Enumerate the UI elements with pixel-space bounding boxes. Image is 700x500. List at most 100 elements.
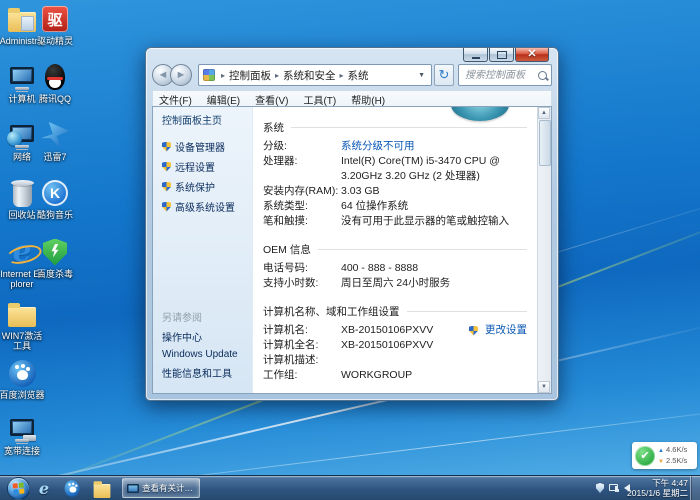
speed-readout: ▲ 4.6K/s ▼ 2.5K/s bbox=[658, 445, 687, 467]
desktop-icon-xunlei[interactable]: 迅雷7 bbox=[32, 120, 78, 162]
menu-help[interactable]: 帮助(H) bbox=[351, 92, 385, 107]
address-bar: ◄ ► ▸ 控制面板 ▸ 系统和安全 ▸ 系统 ▼ ↻ bbox=[152, 64, 552, 86]
baidu-antivirus-icon bbox=[40, 237, 70, 267]
row-system-type: 系统类型: 64 位操作系统 bbox=[263, 199, 527, 214]
uac-shield-icon bbox=[469, 326, 478, 336]
breadcrumb[interactable]: ▸ 控制面板 ▸ 系统和安全 ▸ 系统 ▼ bbox=[198, 64, 432, 86]
network-speed-widget[interactable]: ✔ ▲ 4.6K/s ▼ 2.5K/s bbox=[632, 442, 697, 469]
breadcrumb-arrow-icon: ▸ bbox=[275, 71, 279, 80]
taskbar-internet-explorer[interactable]: e bbox=[32, 478, 56, 498]
desktop-icon-baidu-browser[interactable]: 百度浏览器 bbox=[0, 358, 45, 400]
uac-shield-icon bbox=[162, 202, 171, 212]
folder-icon bbox=[7, 299, 37, 329]
close-button[interactable]: ✕ bbox=[515, 48, 549, 62]
row-workgroup: 工作组: WORKGROUP bbox=[263, 368, 527, 383]
menu-file[interactable]: 文件(F) bbox=[159, 92, 192, 107]
caption-buttons: ✕ bbox=[463, 48, 549, 62]
show-desktop-button[interactable] bbox=[690, 476, 700, 500]
uac-shield-icon bbox=[162, 142, 171, 152]
breadcrumb-system[interactable]: 系统 bbox=[348, 68, 369, 83]
baidu-browser-icon bbox=[7, 358, 37, 388]
search-input[interactable] bbox=[463, 69, 538, 82]
folder-icon bbox=[94, 484, 111, 498]
section-header-system: 系统 bbox=[263, 120, 527, 135]
window-content: 控制面板主页 设备管理器 远程设置 系统保护 高级系统设置 bbox=[152, 106, 552, 394]
section-header-computer-name: 计算机名称、域和工作组设置 bbox=[263, 304, 527, 319]
upload-arrow-icon: ▲ bbox=[658, 448, 664, 454]
screen: Administr... 计算机 网络 回收站 e Internet Explo… bbox=[0, 0, 700, 500]
breadcrumb-system-security[interactable]: 系统和安全 bbox=[283, 68, 336, 83]
taskbar-explorer[interactable] bbox=[90, 478, 114, 498]
row-computer-name: 计算机名: XB-20150106PXVV 更改设置 bbox=[263, 323, 527, 338]
row-pen-touch: 笔和触摸: 没有可用于此显示器的笔或触控输入 bbox=[263, 214, 527, 229]
desktop-icon-driver-genius[interactable]: 驱 驱动精灵 bbox=[32, 4, 78, 46]
sidebar: 控制面板主页 设备管理器 远程设置 系统保护 高级系统设置 bbox=[153, 107, 253, 393]
sidebar-item-system-protection[interactable]: 系统保护 bbox=[162, 179, 252, 194]
uac-shield-icon bbox=[162, 182, 171, 192]
windows-flag-icon bbox=[12, 482, 24, 494]
breadcrumb-arrow-icon: ▸ bbox=[221, 71, 225, 80]
row-phone: 电话号码: 400 - 888 - 8888 bbox=[263, 261, 527, 276]
windows-orb-graphic bbox=[451, 107, 509, 121]
driver-genius-icon: 驱 bbox=[40, 4, 70, 34]
see-also-group: 另请参阅 操作中心 Windows Update 性能信息和工具 bbox=[162, 309, 238, 385]
system-window-icon bbox=[127, 484, 139, 493]
menu-view[interactable]: 查看(V) bbox=[255, 92, 288, 107]
sidebar-item-control-panel-home[interactable]: 控制面板主页 bbox=[162, 112, 252, 127]
row-rating: 分级: 系统分级不可用 bbox=[263, 139, 527, 154]
control-panel-icon bbox=[203, 69, 215, 81]
refresh-button[interactable]: ↻ bbox=[434, 64, 454, 86]
scrollbar-thumb[interactable] bbox=[539, 120, 551, 166]
desktop-icon-qq[interactable]: 腾讯QQ bbox=[32, 62, 78, 104]
search-icon bbox=[538, 71, 547, 80]
sidebar-item-device-manager[interactable]: 设备管理器 bbox=[162, 139, 252, 154]
uac-shield-icon bbox=[162, 162, 171, 172]
row-support-hours: 支持小时数: 周日至周六 24小时服务 bbox=[263, 276, 527, 291]
sidebar-item-advanced-settings[interactable]: 高级系统设置 bbox=[162, 199, 252, 214]
safety-check-icon: ✔ bbox=[635, 446, 655, 466]
download-arrow-icon: ▼ bbox=[658, 459, 664, 465]
desktop-icon-win7-activation-tool[interactable]: WIN7激活工具 bbox=[0, 299, 45, 351]
system-window: ✕ ◄ ► ▸ 控制面板 ▸ 系统和安全 ▸ 系统 ▼ ↻ 文件(F) 编 bbox=[145, 47, 559, 401]
change-settings-link[interactable]: 更改设置 bbox=[469, 323, 527, 338]
taskbar-clock[interactable]: 下午 4:47 2015/1/6 星期二 bbox=[627, 478, 688, 498]
kugou-music-icon: K bbox=[40, 178, 70, 208]
section-header-oem: OEM 信息 bbox=[263, 242, 527, 257]
breadcrumb-control-panel[interactable]: 控制面板 bbox=[229, 68, 271, 83]
xunlei-icon bbox=[40, 120, 70, 150]
row-computer-description: 计算机描述: bbox=[263, 353, 527, 368]
sidebar-item-remote-settings[interactable]: 远程设置 bbox=[162, 159, 252, 174]
scroll-down-icon[interactable]: ▼ bbox=[538, 381, 550, 393]
security-shield-icon[interactable] bbox=[596, 483, 604, 493]
menu-edit[interactable]: 编辑(E) bbox=[207, 92, 240, 107]
desktop-icon-kugou[interactable]: K 酷狗音乐 bbox=[32, 178, 78, 220]
taskbar: e 查看有关计算机的基... 下午 4:47 2015/1/6 星期二 bbox=[0, 475, 700, 500]
see-also-header: 另请参阅 bbox=[162, 309, 238, 324]
row-ram: 安装内存(RAM): 3.03 GB bbox=[263, 184, 527, 199]
main-panel: 系统 分级: 系统分级不可用 处理器: Intel(R) Core(TM) i5… bbox=[253, 107, 537, 393]
sidebar-item-action-center[interactable]: 操作中心 bbox=[162, 329, 238, 344]
row-processor: 处理器: Intel(R) Core(TM) i5-3470 CPU @ 3.2… bbox=[263, 154, 527, 184]
system-tray bbox=[596, 476, 630, 500]
desktop-icon-broadband[interactable]: 宽带连接 bbox=[0, 414, 45, 456]
broadband-connection-icon bbox=[7, 414, 37, 444]
baidu-browser-icon bbox=[65, 480, 80, 497]
taskbar-baidu-browser[interactable] bbox=[60, 478, 84, 498]
maximize-button[interactable] bbox=[489, 48, 514, 62]
sidebar-item-performance-tools[interactable]: 性能信息和工具 bbox=[162, 365, 238, 380]
forward-button[interactable]: ► bbox=[170, 64, 192, 86]
minimize-button[interactable] bbox=[463, 48, 488, 62]
scrollbar[interactable]: ▲ ▼ bbox=[537, 107, 551, 393]
qq-icon bbox=[40, 62, 70, 92]
internet-explorer-icon: e bbox=[39, 479, 49, 498]
sidebar-item-windows-update[interactable]: Windows Update bbox=[162, 349, 238, 360]
scroll-up-icon[interactable]: ▲ bbox=[538, 107, 550, 119]
menu-tools[interactable]: 工具(T) bbox=[303, 92, 336, 107]
search-box[interactable] bbox=[458, 64, 552, 86]
start-button[interactable] bbox=[7, 477, 30, 500]
address-dropdown-icon[interactable]: ▼ bbox=[416, 72, 427, 79]
breadcrumb-arrow-icon: ▸ bbox=[340, 71, 344, 80]
rating-link[interactable]: 系统分级不可用 bbox=[341, 139, 415, 154]
desktop-icon-baidu-antivirus[interactable]: 百度杀毒 bbox=[32, 237, 78, 279]
taskbar-active-window-button[interactable]: 查看有关计算机的基... bbox=[122, 478, 200, 498]
